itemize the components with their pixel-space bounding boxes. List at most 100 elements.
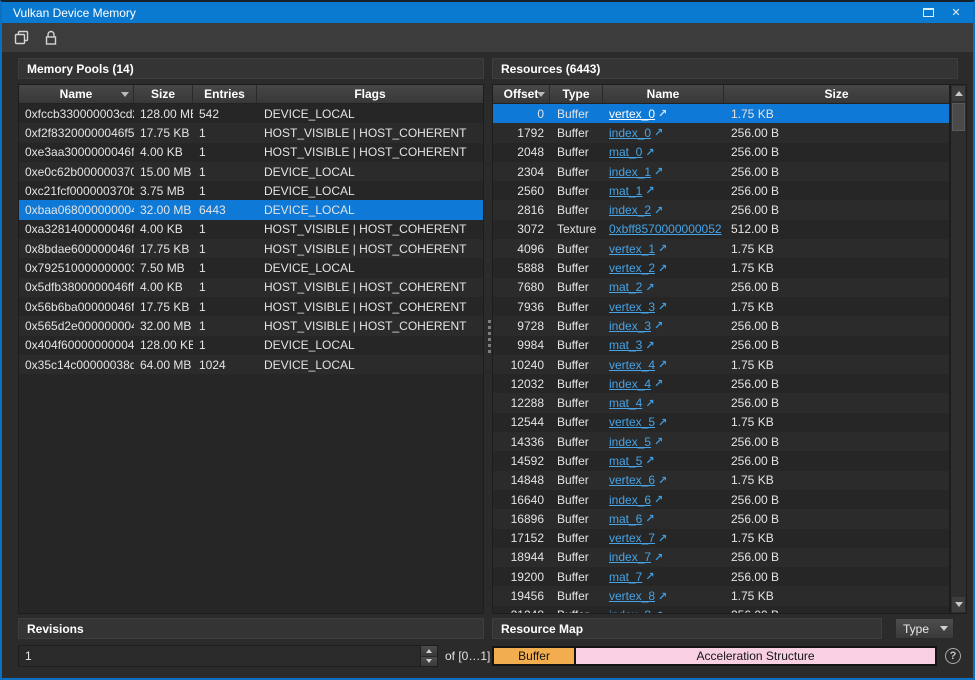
scroll-up-button[interactable] (952, 86, 965, 101)
spin-down-button[interactable] (421, 656, 437, 667)
resource-row[interactable]: 2304 Buffer index_1 ↗ 256.00 B (493, 162, 949, 181)
memory-pool-row[interactable]: 0xbaa068000000004d 32.00 MB 6443 DEVICE_… (19, 200, 483, 219)
resource-row[interactable]: 7680 Buffer mat_2 ↗ 256.00 B (493, 278, 949, 297)
column-header-entries[interactable]: Entries (193, 85, 257, 103)
resource-row[interactable]: 12544 Buffer vertex_5 ↗ 1.75 KB (493, 413, 949, 432)
resource-row[interactable]: 1792 Buffer index_0 ↗ 256.00 B (493, 123, 949, 142)
column-header-offset[interactable]: Offset (493, 85, 550, 103)
resource-link[interactable]: 0xbff8570000000052 (609, 222, 722, 236)
resource-row[interactable]: 4096 Buffer vertex_1 ↗ 1.75 KB (493, 239, 949, 258)
resource-row[interactable]: 14336 Buffer index_5 ↗ 256.00 B (493, 432, 949, 451)
resource-link[interactable]: mat_7 (609, 570, 642, 584)
memory-pool-row[interactable]: 0x35c14c00000038d1 64.00 MB 1024 DEVICE_… (19, 355, 483, 374)
resource-map-segment[interactable]: Acceleration Structure (576, 646, 937, 666)
resource-row[interactable]: 9984 Buffer mat_3 ↗ 256.00 B (493, 336, 949, 355)
goto-resource-icon: ↗ (658, 474, 667, 487)
resource-row[interactable]: 2560 Buffer mat_1 ↗ 256.00 B (493, 181, 949, 200)
resource-map-filter-dropdown[interactable]: Type (895, 618, 954, 639)
resource-link[interactable]: vertex_1 (609, 242, 655, 256)
column-header-resource-size[interactable]: Size (724, 85, 949, 103)
resource-row[interactable]: 5888 Buffer vertex_2 ↗ 1.75 KB (493, 258, 949, 277)
help-icon[interactable]: ? (945, 648, 961, 664)
resource-row[interactable]: 7936 Buffer vertex_3 ↗ 1.75 KB (493, 297, 949, 316)
resource-row[interactable]: 9728 Buffer index_3 ↗ 256.00 B (493, 316, 949, 335)
resource-row[interactable]: 14592 Buffer mat_5 ↗ 256.00 B (493, 451, 949, 470)
column-header-type[interactable]: Type (550, 85, 603, 103)
memory-pool-row[interactable]: 0xe0c62b0000003707 15.00 MB 1 DEVICE_LOC… (19, 162, 483, 181)
resource-link[interactable]: mat_6 (609, 512, 642, 526)
resource-link[interactable]: mat_4 (609, 396, 642, 410)
revision-value[interactable]: 1 (19, 649, 420, 663)
resource-link[interactable]: index_0 (609, 126, 651, 140)
goto-resource-icon: ↗ (645, 454, 654, 467)
resource-link[interactable]: index_1 (609, 165, 651, 179)
resource-link[interactable]: index_3 (609, 319, 651, 333)
memory-pool-row[interactable]: 0xe3aa3000000046f7 4.00 KB 1 HOST_VISIBL… (19, 143, 483, 162)
memory-pool-row[interactable]: 0xfccb330000003cd2 128.00 MB 542 DEVICE_… (19, 104, 483, 123)
memory-pool-row[interactable]: 0xc21fcf000000370b 3.75 MB 1 DEVICE_LOCA… (19, 181, 483, 200)
memory-pool-row[interactable]: 0x5dfb3800000046ff 4.00 KB 1 HOST_VISIBL… (19, 278, 483, 297)
resource-row[interactable]: 16640 Buffer index_6 ↗ 256.00 B (493, 490, 949, 509)
resource-row[interactable]: 19200 Buffer mat_7 ↗ 256.00 B (493, 567, 949, 586)
resource-row[interactable]: 0 Buffer vertex_0 ↗ 1.75 KB (493, 104, 949, 123)
resource-map-segment[interactable]: Buffer (492, 646, 576, 666)
resource-row[interactable]: 14848 Buffer vertex_6 ↗ 1.75 KB (493, 471, 949, 490)
pool-flags: HOST_VISIBLE | HOST_COHERENT (257, 319, 483, 333)
resource-link[interactable]: vertex_4 (609, 358, 655, 372)
resource-row[interactable]: 3072 Texture 0xbff8570000000052 ↗ 512.00… (493, 220, 949, 239)
resource-link[interactable]: index_6 (609, 493, 651, 507)
resource-link[interactable]: mat_3 (609, 338, 642, 352)
resource-row[interactable]: 21248 Buffer index_8 ↗ 256.00 B (493, 606, 949, 614)
resource-link[interactable]: mat_2 (609, 280, 642, 294)
pool-flags: HOST_VISIBLE | HOST_COHERENT (257, 300, 483, 314)
memory-pool-row[interactable]: 0x404f600000000045 128.00 KB 1 DEVICE_LO… (19, 336, 483, 355)
resource-row[interactable]: 17152 Buffer vertex_7 ↗ 1.75 KB (493, 529, 949, 548)
resource-link[interactable]: index_7 (609, 550, 651, 564)
resource-link[interactable]: vertex_0 (609, 107, 655, 121)
resource-row[interactable]: 10240 Buffer vertex_4 ↗ 1.75 KB (493, 355, 949, 374)
lock-button[interactable] (40, 27, 62, 49)
memory-pool-row[interactable]: 0xa3281400000046fb 4.00 KB 1 HOST_VISIBL… (19, 220, 483, 239)
resource-row[interactable]: 18944 Buffer index_7 ↗ 256.00 B (493, 548, 949, 567)
resource-row[interactable]: 12288 Buffer mat_4 ↗ 256.00 B (493, 393, 949, 412)
resource-link[interactable]: index_4 (609, 377, 651, 391)
column-header-flags[interactable]: Flags (257, 85, 483, 103)
resource-row[interactable]: 2816 Buffer index_2 ↗ 256.00 B (493, 200, 949, 219)
memory-pool-row[interactable]: 0x565d2e000000004b 32.00 MB 1 HOST_VISIB… (19, 316, 483, 335)
memory-pool-row[interactable]: 0xf2f83200000046f5 17.75 KB 1 HOST_VISIB… (19, 123, 483, 142)
scroll-down-button[interactable] (952, 597, 965, 612)
resource-link[interactable]: vertex_3 (609, 300, 655, 314)
new-window-button[interactable] (10, 27, 32, 49)
resource-link[interactable]: vertex_6 (609, 473, 655, 487)
resources-scrollbar[interactable] (950, 84, 967, 614)
spin-up-button[interactable] (421, 646, 437, 656)
resource-link[interactable]: vertex_8 (609, 589, 655, 603)
column-header-resource-name[interactable]: Name (603, 85, 724, 103)
goto-resource-icon: ↗ (654, 609, 663, 614)
column-header-name[interactable]: Name (19, 85, 134, 103)
scrollbar-thumb[interactable] (952, 103, 965, 131)
resource-link[interactable]: mat_0 (609, 145, 642, 159)
resource-link[interactable]: mat_5 (609, 454, 642, 468)
column-header-size[interactable]: Size (134, 85, 193, 103)
memory-pool-row[interactable]: 0x8bdae600000046f9 17.75 KB 1 HOST_VISIB… (19, 239, 483, 258)
goto-resource-icon: ↗ (654, 204, 663, 217)
resource-link[interactable]: index_8 (609, 608, 651, 614)
resource-link[interactable]: index_5 (609, 435, 651, 449)
resource-row[interactable]: 12032 Buffer index_4 ↗ 256.00 B (493, 374, 949, 393)
float-window-button[interactable] (921, 7, 935, 19)
resource-link[interactable]: index_2 (609, 203, 651, 217)
revision-spinbox[interactable]: 1 (18, 645, 438, 667)
resource-link[interactable]: vertex_2 (609, 261, 655, 275)
memory-pool-row[interactable]: 0x7925100000000035 7.50 MB 1 DEVICE_LOCA… (19, 258, 483, 277)
resource-link[interactable]: vertex_5 (609, 415, 655, 429)
resource-link[interactable]: mat_1 (609, 184, 642, 198)
pool-name: 0x404f600000000045 (19, 338, 134, 352)
resource-link[interactable]: vertex_7 (609, 531, 655, 545)
resource-row[interactable]: 2048 Buffer mat_0 ↗ 256.00 B (493, 143, 949, 162)
resource-row[interactable]: 19456 Buffer vertex_8 ↗ 1.75 KB (493, 586, 949, 605)
resource-row[interactable]: 16896 Buffer mat_6 ↗ 256.00 B (493, 509, 949, 528)
titlebar[interactable]: Vulkan Device Memory ✕ (2, 2, 973, 23)
close-button[interactable]: ✕ (949, 7, 963, 19)
memory-pool-row[interactable]: 0x56b6ba00000046fd 17.75 KB 1 HOST_VISIB… (19, 297, 483, 316)
